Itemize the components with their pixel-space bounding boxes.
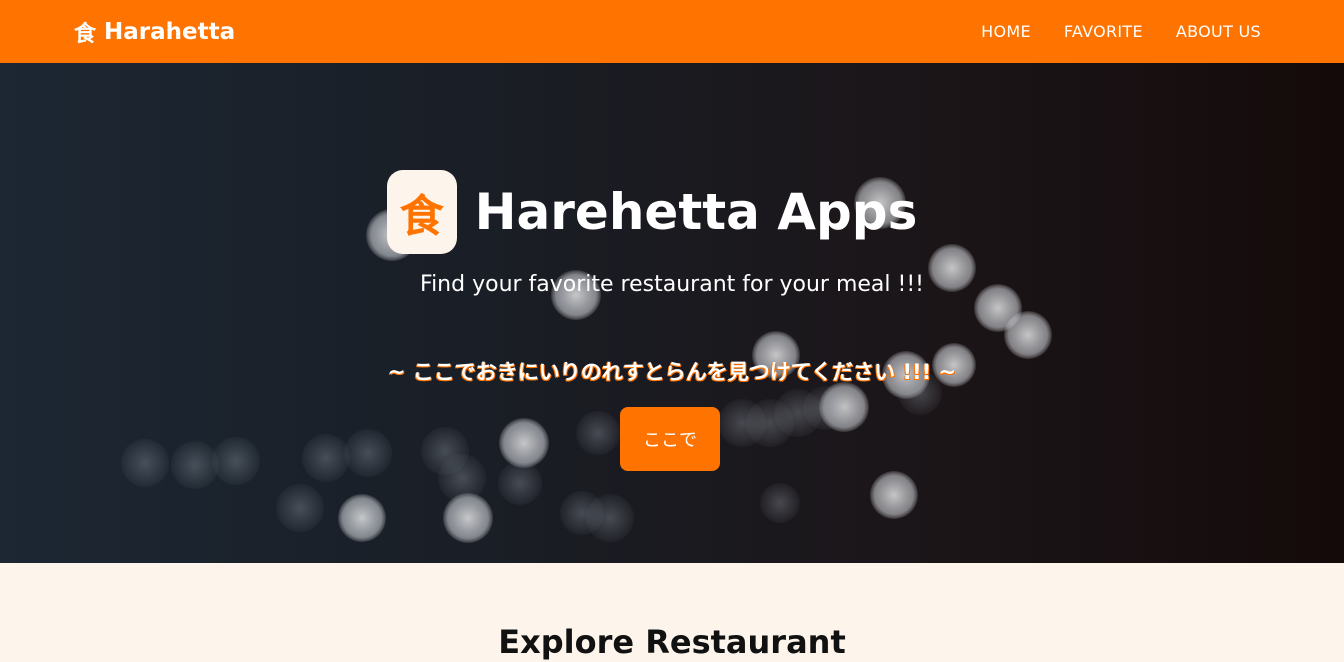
hero-section: 食 Harehetta Apps Find your favorite rest… [0, 63, 1344, 563]
brand-link[interactable]: 食 Harahetta [74, 16, 235, 48]
hero-tagline: ~ ここでおきにいりのれすとらんを見つけてください !!! ~ [387, 360, 957, 384]
explore-section: Explore Restaurant [0, 563, 1344, 662]
hero-subtitle: Find your favorite restaurant for your m… [420, 272, 924, 297]
food-kanji-icon: 食 [399, 191, 444, 242]
hero-content: 食 Harehetta Apps Find your favorite rest… [0, 63, 1344, 563]
navbar: 食 Harahetta HOME FAVORITE ABOUT US [0, 0, 1344, 63]
explore-title: Explore Restaurant [498, 623, 846, 661]
nav-favorite[interactable]: FAVORITE [1064, 22, 1143, 41]
cta-button[interactable]: ここで [620, 407, 720, 471]
hero-title: Harehetta Apps [474, 183, 918, 241]
nav-home[interactable]: HOME [981, 22, 1031, 41]
hero-title-row: 食 Harehetta Apps [0, 170, 1344, 254]
nav-links: HOME FAVORITE ABOUT US [948, 22, 1261, 41]
brand-name: Harahetta [104, 18, 236, 45]
app-logo: 食 [386, 170, 457, 254]
food-kanji-icon: 食 [74, 21, 97, 47]
nav-about-us[interactable]: ABOUT US [1176, 22, 1261, 41]
